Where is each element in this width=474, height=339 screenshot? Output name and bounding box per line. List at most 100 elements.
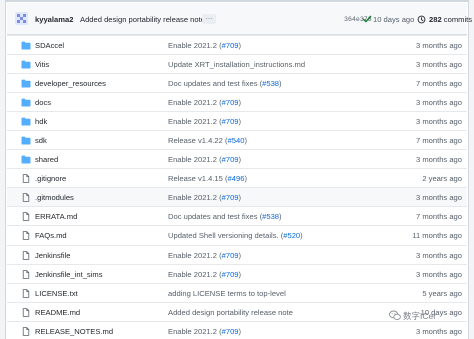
file-row[interactable]: Vitis Update XRT_installation_instruction… <box>7 54 467 74</box>
commit-message-link[interactable]: Enable 2021.2 (#709) <box>168 193 241 202</box>
commit-message-text[interactable]: adding LICENSE terms to top-level <box>168 289 286 298</box>
commit-message-text[interactable]: Enable 2021.2 ( <box>168 98 222 107</box>
file-row[interactable]: SDAccel Enable 2021.2 (#709) 3 months ago <box>7 35 467 55</box>
commit-message-link[interactable]: Doc updates and test fixes (#538) <box>168 212 282 221</box>
expand-commit-message-button[interactable]: … <box>202 14 216 24</box>
pull-request-link[interactable]: #709 <box>222 117 239 126</box>
pull-request-link[interactable]: #709 <box>222 327 239 336</box>
commit-message-link[interactable]: Update XRT_installation_instructions.md <box>168 60 305 69</box>
commit-message-link[interactable]: Doc updates and test fixes (#538) <box>168 79 282 88</box>
file-row[interactable]: hdk Enable 2021.2 (#709) 3 months ago <box>7 111 467 131</box>
commit-message-link[interactable]: Enable 2021.2 (#709) <box>168 41 241 50</box>
commit-message-link[interactable]: Enable 2021.2 (#709) <box>168 98 241 107</box>
file-row[interactable]: shared Enable 2021.2 (#709) 3 months ago <box>7 149 467 169</box>
file-row[interactable]: .gitmodules Enable 2021.2 (#709) 3 months … <box>7 187 467 207</box>
file-name-link[interactable]: SDAccel <box>35 41 64 50</box>
file-age: 3 months ago <box>415 250 462 260</box>
pull-request-link[interactable]: #709 <box>222 193 239 202</box>
commit-message-suffix: ) <box>244 174 247 184</box>
commit-message-text[interactable]: Doc updates and test fixes ( <box>168 212 262 221</box>
left-border <box>0 0 6 339</box>
file-row[interactable]: .gitignore Release v1.4.15 (#496) 2 years … <box>7 168 467 188</box>
commit-count-label: commits <box>443 15 473 24</box>
file-icon <box>21 193 31 203</box>
commit-message-suffix: ) <box>238 326 242 336</box>
file-name-link[interactable]: Jenkinsfile_int_sims <box>35 270 103 279</box>
commit-message-link[interactable]: Enable 2021.2 (#709) <box>168 251 241 260</box>
commit-message-link[interactable]: adding LICENSE terms to top-level <box>168 289 286 298</box>
commit-message-text[interactable]: Release v1.4.22 ( <box>168 136 228 145</box>
commit-message-suffix: ) <box>238 155 242 165</box>
commit-message-suffix: ) <box>238 250 242 260</box>
commit-message-text[interactable]: Enable 2021.2 ( <box>168 251 222 260</box>
file-name-link[interactable]: .gitmodules <box>35 193 74 202</box>
commit-message-link[interactable]: Updated Shell versioning details. (#520) <box>168 231 303 240</box>
file-name-link[interactable]: Jenkinsfile <box>35 251 70 260</box>
pull-request-link[interactable]: #709 <box>222 155 239 164</box>
commit-message-link[interactable]: Enable 2021.2 (#709) <box>168 117 241 126</box>
file-row[interactable]: Jenkinsfile_int_sims Enable 2021.2 (#709)… <box>7 263 467 283</box>
pull-request-link[interactable]: #538 <box>262 79 279 88</box>
commit-message-suffix: ) <box>244 136 247 146</box>
check-icon[interactable] <box>362 14 372 24</box>
file-row[interactable]: LICENSE.txt adding LICENSE terms to top-l… <box>7 282 467 302</box>
file-row[interactable]: docs Enable 2021.2 (#709) 3 months ago <box>7 92 467 112</box>
file-row[interactable]: FAQs.md Updated Shell versioning details.… <box>7 225 467 245</box>
pull-request-link[interactable]: #709 <box>222 41 239 50</box>
pull-request-link[interactable]: #709 <box>222 251 239 260</box>
avatar[interactable] <box>15 12 28 25</box>
commit-count-link[interactable]: 282 commits <box>429 15 472 24</box>
file-name-link[interactable]: README.md <box>35 308 80 317</box>
file-list: SDAccel Enable 2021.2 (#709) 3 months ago V… <box>7 35 467 339</box>
folder-icon <box>21 117 31 126</box>
history-icon[interactable] <box>417 15 426 24</box>
file-name-link[interactable]: docs <box>35 98 51 107</box>
file-row[interactable]: sdk Release v1.4.22 (#540) 7 months ago <box>7 130 467 150</box>
file-name-link[interactable]: ERRATA.md <box>35 212 77 221</box>
commit-message-text[interactable]: Release v1.4.15 ( <box>168 174 228 183</box>
commit-message-text[interactable]: Added design portability release note <box>168 308 293 317</box>
file-age: 3 months ago <box>415 193 462 203</box>
commit-message-link[interactable]: Enable 2021.2 (#709) <box>168 270 241 279</box>
file-row[interactable]: ERRATA.md Doc updates and test fixes (#53… <box>7 206 467 226</box>
file-age: 3 months ago <box>415 155 462 165</box>
file-row[interactable]: developer_resources Doc updates and test … <box>7 73 467 93</box>
commit-message-text[interactable]: Enable 2021.2 ( <box>168 327 222 336</box>
pull-request-link[interactable]: #540 <box>228 136 245 145</box>
file-name-link[interactable]: hdk <box>35 117 47 126</box>
file-name-link[interactable]: developer_resources <box>35 79 106 88</box>
commit-message-text[interactable]: Doc updates and test fixes ( <box>168 79 262 88</box>
pull-request-link[interactable]: #496 <box>228 174 245 183</box>
pull-request-link[interactable]: #709 <box>222 98 239 107</box>
commit-message-suffix: ) <box>238 117 242 127</box>
file-age: 7 months ago <box>415 212 462 222</box>
pull-request-link[interactable]: #520 <box>283 231 300 240</box>
commit-message-suffix: ) <box>238 269 242 279</box>
pull-request-link[interactable]: #709 <box>222 270 239 279</box>
commit-message-link[interactable]: Release v1.4.15 (#496) <box>168 174 247 183</box>
commit-message-link[interactable]: Added design portability release note <box>80 15 205 24</box>
file-name-link[interactable]: shared <box>35 155 58 164</box>
file-age: 3 months ago <box>415 60 462 70</box>
commit-message-link[interactable]: Enable 2021.2 (#709) <box>168 327 241 336</box>
commit-message-text[interactable]: Enable 2021.2 ( <box>168 270 222 279</box>
file-name-link[interactable]: LICENSE.txt <box>35 289 78 298</box>
file-name-link[interactable]: Vitis <box>35 60 49 69</box>
commit-message-text[interactable]: Enable 2021.2 ( <box>168 193 222 202</box>
commit-message-text[interactable]: Updated Shell versioning details. ( <box>168 231 283 240</box>
commit-message-text[interactable]: Enable 2021.2 ( <box>168 155 222 164</box>
watermark: 数字ICer <box>389 308 459 324</box>
file-name-link[interactable]: RELEASE_NOTES.md <box>35 327 113 336</box>
file-row[interactable]: Jenkinsfile Enable 2021.2 (#709) 3 months … <box>7 244 467 264</box>
file-name-link[interactable]: .gitignore <box>35 174 66 183</box>
commit-message-link[interactable]: Enable 2021.2 (#709) <box>168 155 241 164</box>
commit-message-text[interactable]: Enable 2021.2 ( <box>168 117 222 126</box>
file-name-link[interactable]: sdk <box>35 136 47 145</box>
commit-message-link[interactable]: Release v1.4.22 (#540) <box>168 136 247 145</box>
pull-request-link[interactable]: #538 <box>262 212 279 221</box>
file-name-link[interactable]: FAQs.md <box>35 231 67 240</box>
commit-message-text[interactable]: Update XRT_installation_instructions.md <box>168 60 305 69</box>
commit-author-link[interactable]: kyyalama2 <box>35 15 73 24</box>
commit-message-text[interactable]: Enable 2021.2 ( <box>168 41 222 50</box>
commit-message-link[interactable]: Added design portability release note <box>168 308 293 317</box>
